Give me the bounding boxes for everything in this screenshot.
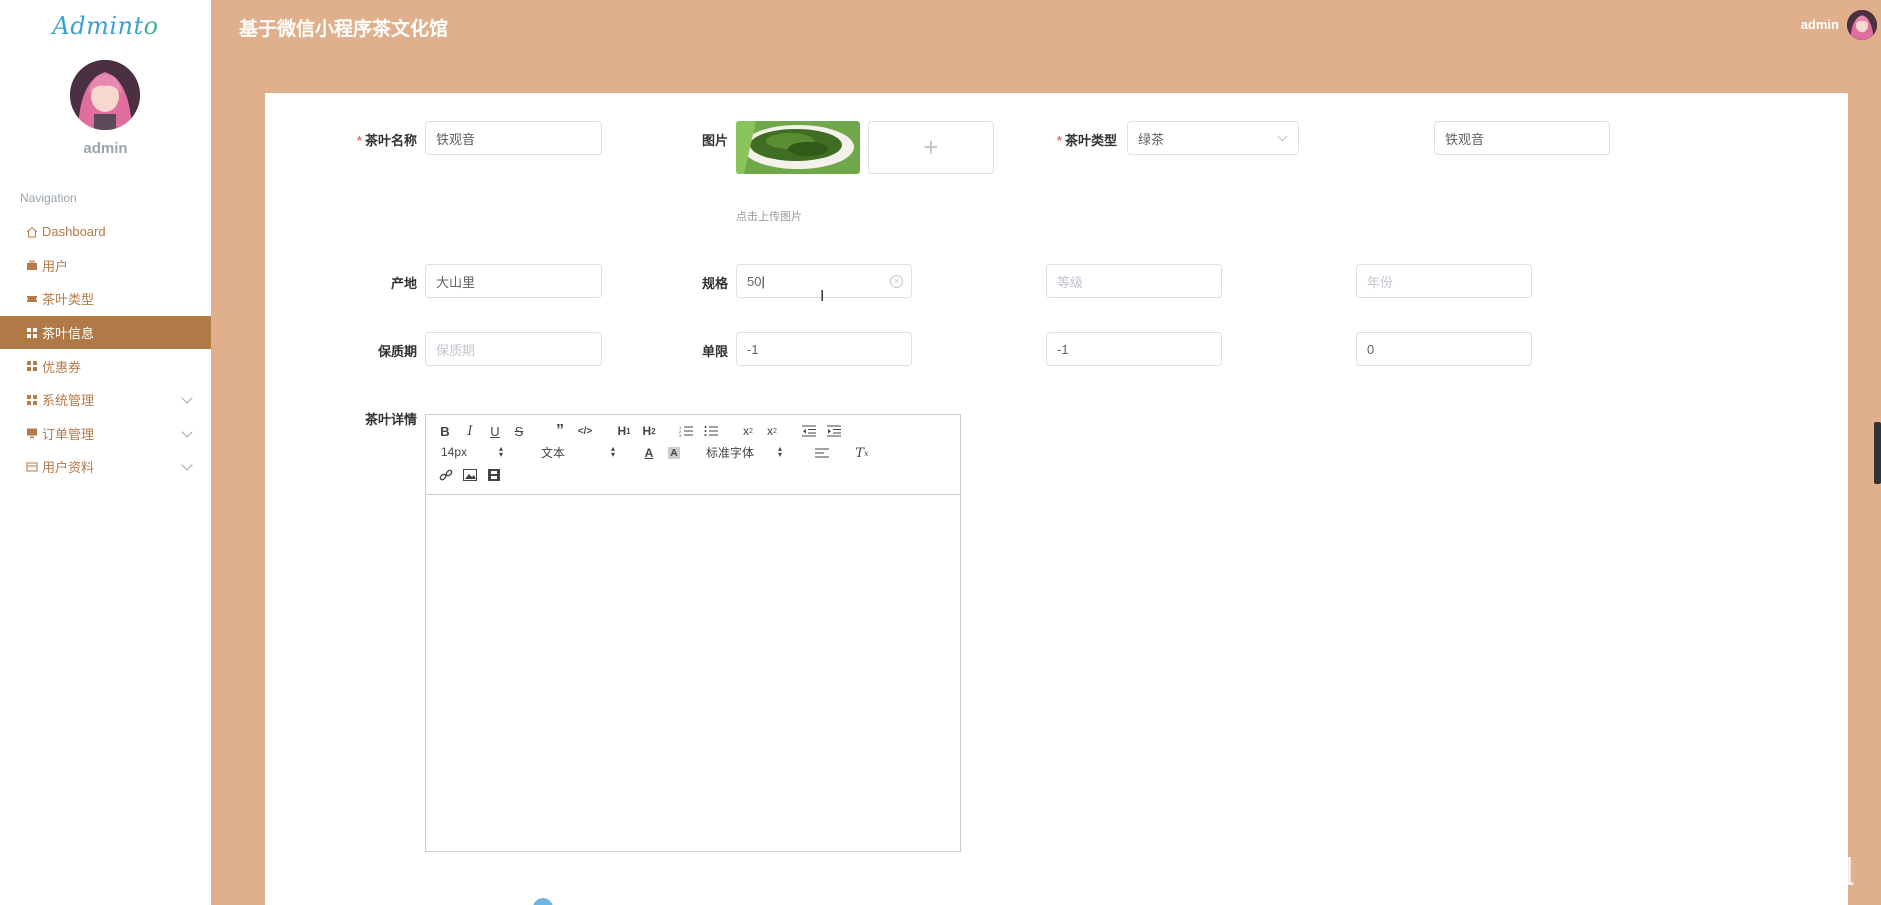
h2-button[interactable]: H2 bbox=[638, 422, 660, 440]
font-family-select[interactable]: 标准字体 ▴ ▾ bbox=[706, 443, 782, 461]
strike-button[interactable]: S bbox=[510, 422, 528, 440]
watermark: CSDN @茹茹学姐 bbox=[1585, 852, 1855, 891]
type-label: * 茶叶类型 bbox=[1056, 133, 1117, 148]
tea-form-card: *茶叶名称 铁观音 图片 + 点击上传图片 *茶叶类型 绿茶 品牌 铁观音 产地… bbox=[265, 93, 1848, 905]
sidebar-item-orders[interactable]: 订单管理 bbox=[0, 417, 211, 451]
chevron-down-icon bbox=[181, 459, 193, 471]
sidebar-item-tea-types[interactable]: 茶叶类型 bbox=[0, 282, 211, 316]
font-size-select[interactable]: 14px ▴ ▾ bbox=[441, 443, 503, 461]
nav-menu: Dashboard 用户 茶叶类型 茶叶信息 优惠券 系统管理 订单管理 用户资… bbox=[0, 215, 211, 484]
top-bar: 基于微信小程序茶文化馆 admin bbox=[211, 0, 1881, 52]
link-icon[interactable] bbox=[437, 466, 455, 484]
sidebar-item-coupons[interactable]: 优惠券 bbox=[0, 349, 211, 383]
quote-icon[interactable]: ” bbox=[551, 422, 569, 440]
background-color-icon[interactable]: A bbox=[668, 447, 680, 459]
upload-hint: 点击上传图片 bbox=[736, 211, 802, 223]
profile-name: admin bbox=[83, 140, 128, 157]
app-title: 基于微信小程序茶文化馆 bbox=[239, 18, 449, 40]
bullet-list-icon[interactable] bbox=[702, 422, 720, 440]
italic-button[interactable]: I bbox=[461, 422, 479, 440]
monitor-icon bbox=[26, 427, 38, 439]
header-avatar[interactable] bbox=[1847, 10, 1877, 40]
limit-input[interactable]: -1 bbox=[736, 332, 912, 366]
tea-name-input[interactable]: 铁观音 bbox=[425, 121, 602, 155]
logo[interactable]: Adminto bbox=[0, 12, 211, 40]
profile-avatar[interactable] bbox=[70, 60, 140, 130]
tea-type-select[interactable]: 绿茶 bbox=[1127, 121, 1299, 155]
limit-label: 单限 bbox=[701, 344, 728, 359]
grade-input[interactable]: 等级 bbox=[1046, 264, 1222, 298]
grid-icon bbox=[26, 327, 38, 339]
clear-icon[interactable]: × bbox=[890, 275, 903, 288]
scrollbar-handle[interactable] bbox=[1874, 422, 1881, 484]
tea-image-thumbnail[interactable] bbox=[736, 121, 860, 174]
grid-icon bbox=[26, 394, 38, 406]
home-icon bbox=[26, 226, 38, 238]
brand-input[interactable]: 铁观音 bbox=[1434, 121, 1610, 155]
outdent-icon[interactable] bbox=[800, 422, 818, 440]
align-icon[interactable] bbox=[813, 444, 831, 462]
shelf-life-label: 保质期 bbox=[377, 344, 417, 359]
nav-heading: Navigation bbox=[20, 191, 77, 205]
ticket-icon bbox=[26, 293, 38, 305]
chevron-down-icon bbox=[1277, 131, 1288, 142]
subscript-button[interactable]: x2 bbox=[739, 422, 757, 440]
sidebar: Adminto admin Navigation Dashboard 用户 茶叶… bbox=[0, 0, 211, 905]
origin-input[interactable]: 大山里 bbox=[425, 264, 602, 298]
origin-label: 产地 bbox=[390, 276, 417, 291]
name-label: * 茶叶名称 bbox=[356, 133, 417, 148]
sidebar-item-system[interactable]: 系统管理 bbox=[0, 383, 211, 417]
image-label: 图片 bbox=[701, 133, 728, 148]
ordered-list-icon[interactable]: 123 bbox=[677, 422, 695, 440]
image-icon[interactable] bbox=[461, 466, 479, 484]
card-icon bbox=[26, 461, 38, 473]
sidebar-item-dashboard[interactable]: Dashboard bbox=[0, 215, 211, 249]
sidebar-item-profile[interactable]: 用户资料 bbox=[0, 450, 211, 484]
indent-icon[interactable] bbox=[825, 422, 843, 440]
stock-input[interactable]: -1 bbox=[1046, 332, 1222, 366]
h1-button[interactable]: H1 bbox=[613, 422, 635, 440]
briefcase-icon bbox=[26, 259, 38, 271]
grid-icon bbox=[26, 360, 38, 372]
image-upload-button[interactable]: + bbox=[868, 121, 994, 174]
format-select[interactable]: 文本 ▴ ▾ bbox=[541, 443, 615, 461]
svg-text:3: 3 bbox=[679, 433, 682, 437]
year-input[interactable]: 年份 bbox=[1356, 264, 1532, 298]
clear-format-icon[interactable]: Tx bbox=[853, 444, 871, 462]
underline-button[interactable]: U bbox=[486, 422, 504, 440]
details-label: 茶叶详情 bbox=[364, 412, 417, 427]
shelf-life-input[interactable]: 保质期 bbox=[425, 332, 602, 366]
sidebar-item-tea-info[interactable]: 茶叶信息 bbox=[0, 315, 211, 350]
header-username[interactable]: admin bbox=[1801, 17, 1839, 32]
spec-label: 规格 bbox=[701, 276, 728, 291]
text-cursor-icon: I bbox=[820, 288, 825, 305]
code-icon[interactable]: </> bbox=[576, 422, 594, 440]
editor-toolbar: B I U S ” </> H1 H2 123 x2 x2 14px ▴ ▾ 文本 ▴… bbox=[426, 415, 960, 495]
chevron-down-icon bbox=[181, 392, 193, 404]
price-input[interactable]: 0 bbox=[1356, 332, 1532, 366]
rich-text-editor: B I U S ” </> H1 H2 123 x2 x2 14px ▴ ▾ 文本 ▴… bbox=[425, 414, 961, 852]
sidebar-item-users[interactable]: 用户 bbox=[0, 249, 211, 283]
bold-button[interactable]: B bbox=[436, 422, 454, 440]
editor-content-area[interactable] bbox=[426, 495, 960, 851]
chevron-down-icon bbox=[181, 425, 193, 438]
superscript-button[interactable]: x2 bbox=[763, 422, 781, 440]
text-color-icon[interactable]: A bbox=[640, 444, 658, 462]
video-icon[interactable] bbox=[485, 466, 503, 484]
